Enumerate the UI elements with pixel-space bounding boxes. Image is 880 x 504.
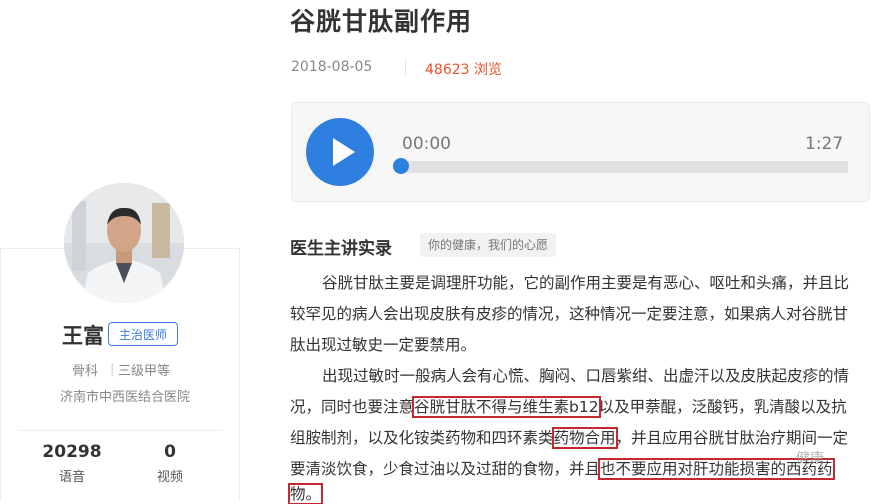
text-segment: 况，同时也要注意 (290, 398, 415, 416)
text-segment: ，并且应用谷胱甘肽治疗期间一定 (615, 429, 849, 447)
paragraph-line: 物。 (287, 482, 324, 504)
doctor-avatar[interactable] (64, 183, 184, 303)
play-button[interactable] (306, 118, 374, 186)
current-time: 00:00 (402, 134, 451, 154)
doctor-name: 王富 (62, 324, 104, 348)
paragraph-line: 较罕见的病人会出现皮肤有皮疹的情况，这种情况一定要注意，如果病人对谷胱甘 (290, 305, 849, 323)
meta-divider (405, 58, 406, 75)
paragraph-line: 肽出现过敏史一定要禁用。 (290, 336, 477, 354)
doctor-title-badge: 主治医师 (108, 322, 178, 346)
text-segment: 要清淡饮食，少食过油以及过甜的食物，并且 (290, 460, 601, 478)
publish-date: 2018-08-05 (291, 59, 373, 75)
paragraph-line: 况，同时也要注意谷胱甘肽不得与维生素b12以及甲萘醌，泛酸钙，乳清酸以及抗 (290, 395, 847, 418)
video-label[interactable]: 视频 (140, 466, 200, 485)
stats-divider (18, 430, 223, 431)
audio-label[interactable]: 语音 (40, 466, 104, 485)
text-segment: 组胺制剂，以及化铵类药物和四环素类 (290, 429, 554, 447)
progress-handle[interactable] (393, 158, 409, 174)
text-segment: 以及甲萘醌，泛酸钙，乳清酸以及抗 (598, 398, 847, 416)
hospital-level: 三级甲等 (118, 364, 171, 379)
audio-player (291, 102, 870, 202)
slogan-badge: 你的健康，我们的心愿 (420, 233, 557, 257)
paragraph-line: 组胺制剂，以及化铵类药物和四环素类药物合用，并且应用谷胱甘肽治疗期间一定 (290, 426, 849, 449)
progress-bar[interactable] (402, 161, 848, 173)
article-title: 谷胱甘肽副作用 (290, 7, 473, 36)
audio-count[interactable]: 20298 (40, 442, 104, 462)
section-title: 医生主讲实录 (290, 239, 392, 259)
doctor-photo (64, 183, 184, 303)
info-separator: | (110, 362, 115, 377)
paragraph-line: 要清淡饮食，少食过油以及过甜的食物，并且也不要应用对肝功能损害的西药药 (290, 457, 835, 480)
highlighted-text: 谷胱甘肽不得与维生素b12 (412, 396, 601, 418)
view-count: 48623 浏览 (425, 62, 502, 78)
watermark: 健康 (796, 451, 824, 467)
paragraph-line: 谷胱甘肽主要是调理肝功能，它的副作用主要是有恶心、呕吐和头痛，并且比 (322, 274, 850, 292)
play-icon (333, 138, 355, 166)
total-duration: 1:27 (805, 134, 844, 154)
highlighted-text: 物。 (287, 483, 324, 504)
highlighted-text: 药物合用 (551, 427, 618, 449)
doctor-department: 骨科 (72, 364, 99, 379)
hospital-name[interactable]: 济南市中西医结合医院 (40, 386, 210, 405)
paragraph-line: 出现过敏时一般病人会有心慌、胸闷、口唇紫绀、出虚汗以及皮肤起皮疹的情 (322, 367, 850, 385)
video-count[interactable]: 0 (140, 442, 200, 462)
